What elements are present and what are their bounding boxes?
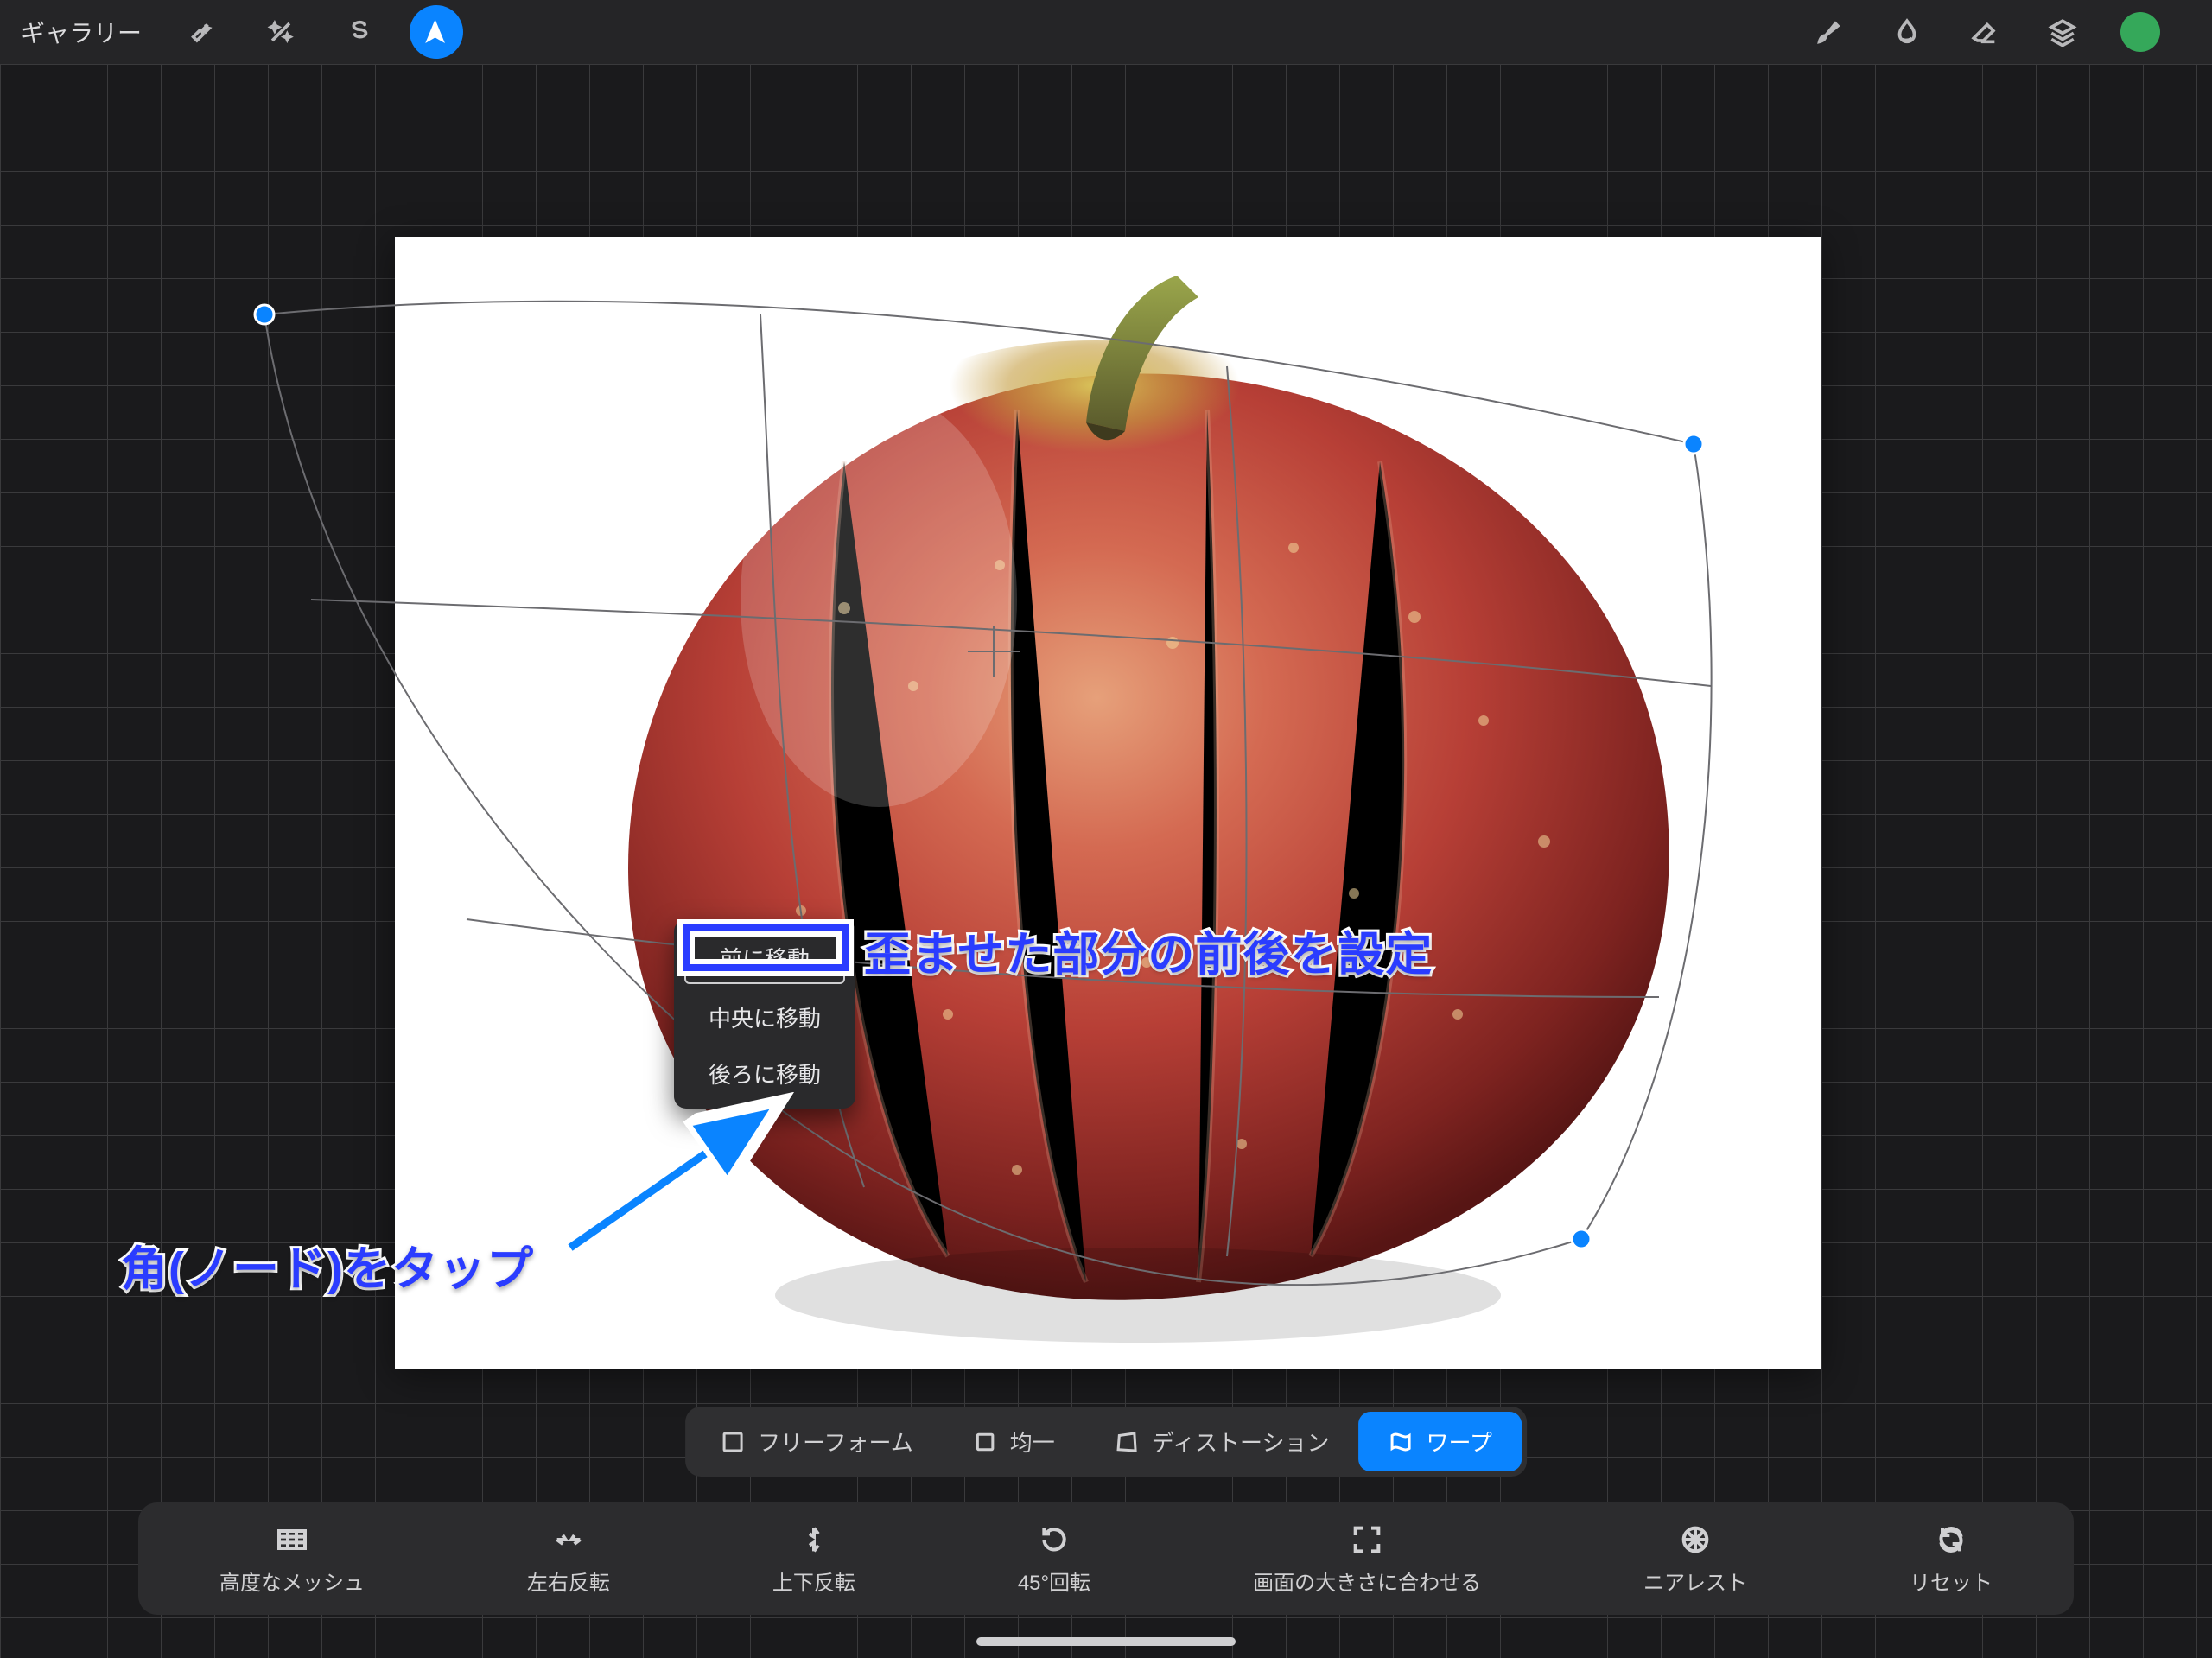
annotation-tap-node: 角(ノード)をタップ: [121, 1230, 534, 1299]
wand-icon[interactable]: [254, 5, 308, 59]
transform-mode-bar: フリーフォーム 均一 ディストーション ワープ: [685, 1407, 1527, 1477]
mesh-icon: [275, 1522, 309, 1557]
action-rotate-45-label: 45°回転: [1018, 1566, 1090, 1596]
mode-distortion-label: ディストーション: [1152, 1426, 1330, 1458]
rotate-45-icon: [1037, 1522, 1071, 1557]
mode-uniform-label: 均一: [1010, 1426, 1055, 1458]
selection-s-icon[interactable]: [332, 5, 385, 59]
warp-node-top-right[interactable]: [1684, 435, 1703, 454]
action-fit-screen[interactable]: 画面の大きさに合わせる: [1253, 1522, 1481, 1596]
action-nearest-label: ニアレスト: [1643, 1566, 1747, 1596]
action-fit-screen-label: 画面の大きさに合わせる: [1253, 1566, 1481, 1596]
fit-screen-icon: [1350, 1522, 1384, 1557]
brush-icon[interactable]: [1802, 5, 1856, 59]
warp-node-bottom-right[interactable]: [1572, 1229, 1591, 1248]
action-advanced-mesh[interactable]: 高度なメッシュ: [219, 1522, 365, 1596]
mode-warp-label: ワープ: [1426, 1426, 1491, 1458]
wrench-icon[interactable]: [176, 5, 230, 59]
action-advanced-mesh-label: 高度なメッシュ: [219, 1566, 365, 1596]
action-nearest[interactable]: ニアレスト: [1643, 1522, 1747, 1596]
action-reset-label: リセット: [1910, 1566, 1993, 1596]
arrow-cursor-icon[interactable]: [410, 5, 463, 59]
mode-distortion[interactable]: ディストーション: [1084, 1412, 1359, 1471]
layers-icon[interactable]: [2036, 5, 2089, 59]
ctx-move-center[interactable]: 中央に移動: [674, 989, 855, 1045]
mode-freeform-label: フリーフォーム: [758, 1426, 913, 1458]
action-flip-h[interactable]: 左右反転: [527, 1522, 610, 1596]
top-toolbar: ギャラリー: [0, 0, 2212, 64]
mode-uniform[interactable]: 均一: [943, 1412, 1084, 1471]
mode-warp[interactable]: ワープ: [1358, 1412, 1521, 1471]
nearest-icon: [1678, 1522, 1713, 1557]
reset-icon: [1934, 1522, 1968, 1557]
warp-node-top-left[interactable]: [255, 305, 274, 324]
gallery-button[interactable]: ギャラリー: [21, 15, 142, 49]
action-flip-h-label: 左右反転: [527, 1566, 610, 1596]
eraser-icon[interactable]: [1958, 5, 2012, 59]
annotation-set-order: 歪ませた部分の前後を設定: [864, 916, 1433, 984]
annotation-highlight-box: [683, 924, 849, 971]
transform-action-bar: 高度なメッシュ 左右反転 上下反転 45°回転 画面の大きさに合わせる ニアレス…: [138, 1502, 2074, 1615]
action-flip-v-label: 上下反転: [772, 1566, 855, 1596]
ipad-home-indicator: [976, 1637, 1236, 1646]
action-reset[interactable]: リセット: [1910, 1522, 1993, 1596]
flip-h-icon: [551, 1522, 586, 1557]
action-flip-v[interactable]: 上下反転: [772, 1522, 855, 1596]
smudge-icon[interactable]: [1880, 5, 1934, 59]
annotation-arrow: [553, 1092, 812, 1265]
action-rotate-45[interactable]: 45°回転: [1018, 1522, 1090, 1596]
flip-v-icon: [797, 1522, 831, 1557]
color-swatch[interactable]: [2113, 5, 2167, 59]
mode-freeform[interactable]: フリーフォーム: [690, 1412, 943, 1471]
